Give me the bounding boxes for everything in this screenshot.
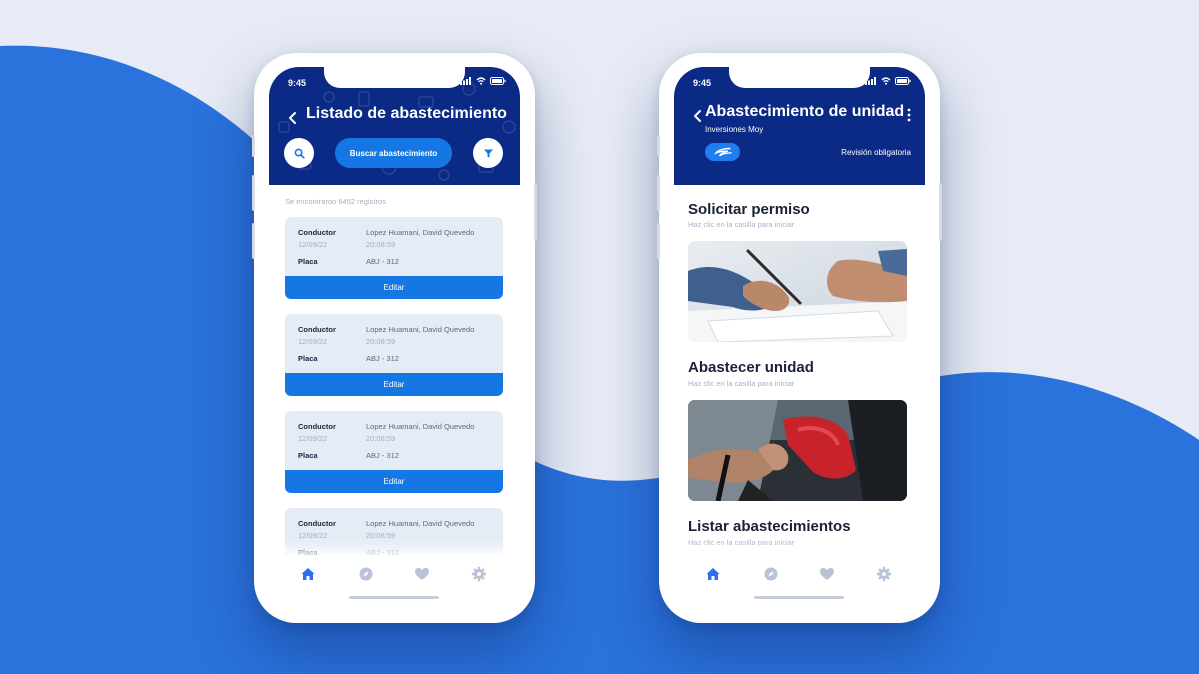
tab-bar <box>269 555 520 609</box>
card-time: 20:08:59 <box>366 434 396 443</box>
volume-up-button <box>252 175 255 211</box>
card-time: 20:08:59 <box>366 337 396 346</box>
section-hint: Haz clic en la casilla para iniciar <box>688 538 795 547</box>
plate-value: ABJ - 312 <box>366 354 399 363</box>
edit-button[interactable]: Editar <box>285 276 503 299</box>
more-options-icon[interactable] <box>906 108 912 122</box>
status-time: 9:45 <box>288 78 307 88</box>
section-hint: Haz clic en la casilla para iniciar <box>688 379 795 388</box>
filter-icon <box>483 149 493 158</box>
status-icons <box>460 77 506 85</box>
card-date: 12/09/22 <box>298 337 328 346</box>
gear-icon[interactable] <box>471 566 487 582</box>
request-permission-card[interactable] <box>688 241 907 342</box>
driver-label: Conductor <box>298 228 336 237</box>
wifi-icon <box>476 77 486 85</box>
plate-value: ABJ - 312 <box>366 257 399 266</box>
driver-label: Conductor <box>298 422 336 431</box>
phone-listing: 9:45 Listado de abastecimiento Buscar ab… <box>252 53 537 623</box>
notch <box>324 67 465 88</box>
home-indicator <box>349 596 439 599</box>
section-hint: Haz clic en la casilla para iniciar <box>688 220 795 229</box>
plate-label: Placa <box>298 451 318 460</box>
driver-label: Conductor <box>298 325 336 334</box>
tab-bar <box>674 555 925 609</box>
mute-switch <box>252 135 255 157</box>
section-title: Listar abastecimientos <box>688 518 851 535</box>
records-count: Se encontraron 6452 registros <box>285 197 386 206</box>
battery-icon <box>490 77 506 85</box>
supply-card: Conductor Lopez Huamani, David Quevedo 1… <box>285 217 503 299</box>
driver-name: Lopez Huamani, David Quevedo <box>366 519 475 528</box>
search-supply-button[interactable]: Buscar abastecimiento <box>335 138 452 168</box>
power-button <box>534 183 537 241</box>
volume-down-button <box>657 223 660 259</box>
search-button[interactable] <box>284 138 314 168</box>
company-logo-mark <box>713 147 732 157</box>
page-title: Listado de abastecimiento <box>306 105 507 122</box>
edit-button[interactable]: Editar <box>285 470 503 493</box>
gear-icon[interactable] <box>876 566 892 582</box>
fuel-nozzle-photo <box>688 400 907 501</box>
wifi-icon <box>881 77 891 85</box>
page-title: Abastecimiento de unidad <box>705 103 905 120</box>
plate-label: Placa <box>298 354 318 363</box>
driver-name: Lopez Huamani, David Quevedo <box>366 228 475 237</box>
search-icon <box>294 148 305 159</box>
background <box>0 0 1199 674</box>
screen: 9:45 Listado de abastecimiento Buscar ab… <box>269 67 520 609</box>
heart-icon[interactable] <box>414 566 430 582</box>
card-time: 20:08:59 <box>366 240 396 249</box>
home-indicator <box>754 596 844 599</box>
signing-document-photo <box>688 241 907 342</box>
card-date: 12/09/22 <box>298 434 328 443</box>
phone-unit-supply: 9:45 Abastecimiento de unidad Inversione… <box>657 53 942 623</box>
card-date: 12/09/22 <box>298 240 328 249</box>
filter-button[interactable] <box>473 138 503 168</box>
section-title: Abastecer unidad <box>688 359 814 376</box>
mute-switch <box>657 135 660 157</box>
supply-card: Conductor Lopez Huamani, David Quevedo 1… <box>285 411 503 493</box>
supply-card: Conductor Lopez Huamani, David Quevedo 1… <box>285 314 503 396</box>
home-icon[interactable] <box>300 566 316 582</box>
company-name: Inversiones Moy <box>705 125 764 134</box>
supply-unit-card[interactable] <box>688 400 907 501</box>
screen: 9:45 Abastecimiento de unidad Inversione… <box>674 67 925 609</box>
compass-icon[interactable] <box>763 566 779 582</box>
notch <box>729 67 870 88</box>
home-icon[interactable] <box>705 566 721 582</box>
status-time: 9:45 <box>693 78 712 88</box>
driver-name: Lopez Huamani, David Quevedo <box>366 422 475 431</box>
plate-value: ABJ - 312 <box>366 451 399 460</box>
back-arrow-icon[interactable] <box>287 111 299 125</box>
volume-down-button <box>252 223 255 259</box>
status-icons <box>865 77 911 85</box>
battery-icon <box>895 77 911 85</box>
back-arrow-icon[interactable] <box>692 109 704 123</box>
card-time: 20:08:59 <box>366 531 396 540</box>
heart-icon[interactable] <box>819 566 835 582</box>
mandatory-review-label: Revisión obligatoria <box>841 148 911 157</box>
company-logo <box>705 143 740 161</box>
plate-label: Placa <box>298 257 318 266</box>
edit-button[interactable]: Editar <box>285 373 503 396</box>
card-date: 12/09/22 <box>298 531 328 540</box>
section-title: Solicitar permiso <box>688 201 810 218</box>
volume-up-button <box>657 175 660 211</box>
driver-label: Conductor <box>298 519 336 528</box>
compass-icon[interactable] <box>358 566 374 582</box>
driver-name: Lopez Huamani, David Quevedo <box>366 325 475 334</box>
power-button <box>939 183 942 241</box>
